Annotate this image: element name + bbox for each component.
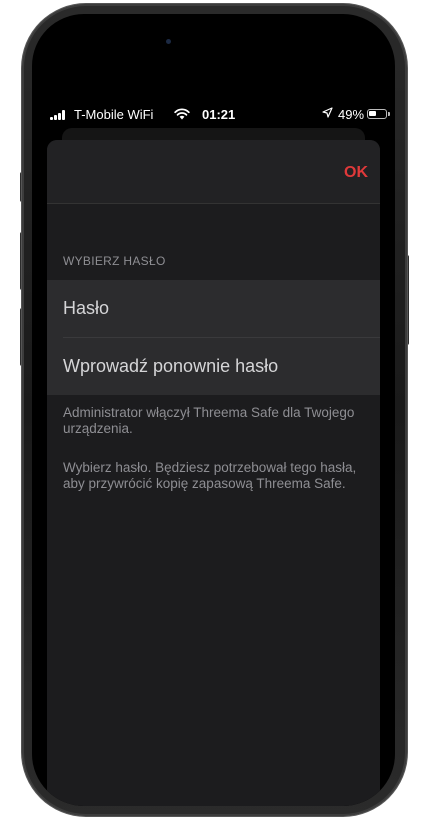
section-header: WYBIERZ HASŁO bbox=[63, 254, 166, 268]
carrier-label: T-Mobile WiFi bbox=[74, 107, 154, 122]
confirm-password-row bbox=[47, 338, 380, 395]
notch bbox=[118, 14, 308, 44]
password-row bbox=[47, 280, 380, 337]
signal-icon bbox=[50, 110, 70, 120]
battery-icon bbox=[367, 109, 390, 119]
screenshot-stage: T-Mobile WiFi 01:21 49% OK WYBIERZ HASŁO bbox=[0, 0, 427, 819]
status-time: 01:21 bbox=[202, 107, 236, 122]
instruction-text: Wybierz hasło. Będziesz potrzebował tego… bbox=[63, 460, 357, 491]
password-fields-group bbox=[47, 280, 380, 395]
confirm-password-field[interactable] bbox=[63, 338, 363, 395]
wifi-icon bbox=[174, 108, 190, 120]
ok-button[interactable]: OK bbox=[344, 164, 368, 182]
phone-screen: T-Mobile WiFi 01:21 49% OK WYBIERZ HASŁO bbox=[32, 14, 395, 806]
password-sheet: OK WYBIERZ HASŁO Administrator włączył T… bbox=[47, 140, 380, 806]
password-field[interactable] bbox=[63, 280, 363, 337]
battery-percent: 49% bbox=[338, 107, 365, 122]
location-arrow-icon bbox=[322, 107, 333, 118]
admin-note: Administrator włączył Threema Safe dla T… bbox=[63, 405, 355, 436]
camera-icon bbox=[166, 39, 171, 44]
sheet-nav-bar: OK bbox=[47, 140, 380, 204]
status-bar: T-Mobile WiFi 01:21 49% bbox=[32, 106, 395, 126]
